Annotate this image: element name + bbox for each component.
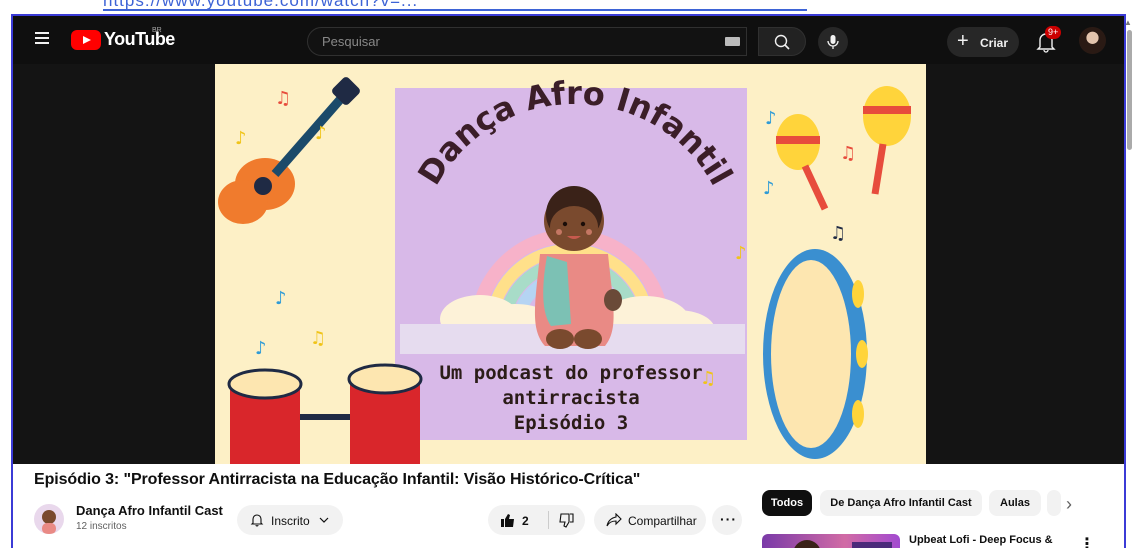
- scroll-up-arrow[interactable]: ▲: [1124, 18, 1132, 27]
- svg-text:♪: ♪: [765, 108, 777, 129]
- create-button[interactable]: + Criar: [947, 27, 1019, 57]
- search-button[interactable]: [758, 27, 806, 56]
- search-input[interactable]: Pesquisar: [307, 27, 747, 56]
- thumbs-down-icon: [559, 513, 574, 528]
- user-avatar[interactable]: [1079, 27, 1106, 54]
- thumbnail-subtitle-2: antirracista: [502, 387, 639, 409]
- svg-text:♫: ♫: [840, 143, 856, 164]
- more-actions-button[interactable]: ···: [712, 505, 742, 535]
- share-label: Compartilhar: [628, 514, 697, 528]
- video-player[interactable]: Dança Afro Infantil Um podcast do profes…: [13, 64, 1124, 464]
- svg-text:♪: ♪: [235, 128, 247, 149]
- like-dislike-bar: 2: [488, 505, 585, 535]
- recommendation-title[interactable]: Upbeat Lofi - Deep Focus &: [909, 534, 1053, 546]
- more-horiz-icon: ···: [720, 511, 737, 527]
- channel-avatar-image: [42, 510, 56, 534]
- svg-text:♪: ♪: [763, 178, 775, 199]
- plus-icon: +: [957, 30, 969, 52]
- menu-icon[interactable]: [35, 32, 49, 44]
- svg-text:♫: ♫: [275, 88, 291, 109]
- subscribed-button[interactable]: Inscrito: [237, 505, 343, 535]
- youtube-window: YouTube BR Pesquisar + Criar 9+ Dança Af…: [11, 14, 1126, 548]
- channel-avatar[interactable]: [34, 504, 64, 534]
- svg-text:♪: ♪: [275, 288, 287, 309]
- like-button[interactable]: 2: [488, 505, 548, 535]
- subscriber-count: 12 inscritos: [76, 521, 127, 532]
- thumbnail-subtitle-3: Episódio 3: [514, 412, 628, 434]
- like-count: 2: [522, 514, 529, 528]
- create-label: Criar: [980, 36, 1009, 50]
- more-vert-icon[interactable]: ⋮: [1079, 534, 1095, 548]
- chevron-right-icon[interactable]: ›: [1066, 493, 1086, 515]
- voice-search-button[interactable]: [818, 27, 848, 57]
- masthead: YouTube BR Pesquisar + Criar 9+: [13, 16, 1124, 64]
- video-thumbnail[interactable]: Dança Afro Infantil Um podcast do profes…: [215, 64, 926, 464]
- chevron-down-icon: [319, 517, 329, 523]
- recommendation-thumbnail[interactable]: [762, 534, 900, 548]
- share-button[interactable]: Compartilhar: [594, 505, 706, 535]
- scrollbar-thumb[interactable]: [1127, 30, 1132, 150]
- svg-text:♫: ♫: [700, 368, 716, 389]
- svg-text:♪: ♪: [255, 338, 267, 359]
- svg-text:♫: ♫: [310, 328, 326, 349]
- bell-icon: [250, 514, 264, 527]
- search-icon: [774, 34, 790, 50]
- top-link-underline: [103, 9, 807, 11]
- chip-todos[interactable]: Todos: [762, 490, 812, 516]
- youtube-logo-icon[interactable]: [71, 30, 101, 50]
- video-title: Episódio 3: "Professor Antirracista na E…: [34, 471, 641, 488]
- thumbnail-subtitle-1: Um podcast do professor: [439, 362, 702, 384]
- notification-badge: 9+: [1045, 26, 1062, 39]
- youtube-logo-text[interactable]: YouTube: [104, 29, 175, 50]
- chip-overflow: [1047, 490, 1061, 516]
- subscribed-label: Inscrito: [271, 514, 310, 528]
- svg-text:♪: ♪: [315, 123, 327, 144]
- search-placeholder: Pesquisar: [322, 34, 380, 49]
- channel-name[interactable]: Dança Afro Infantil Cast: [76, 503, 223, 518]
- dislike-button[interactable]: [549, 505, 585, 535]
- svg-text:♪: ♪: [735, 243, 747, 264]
- mic-icon: [827, 35, 839, 49]
- chip-aulas[interactable]: Aulas: [989, 490, 1041, 516]
- recommendation-thumbnail-art: [794, 540, 892, 548]
- thumbs-up-icon: [501, 514, 514, 527]
- share-icon: [606, 513, 622, 527]
- browser-top-strip: https://www.youtube.com/watch?v=...: [0, 0, 1134, 14]
- country-code: BR: [152, 27, 162, 34]
- svg-text:♫: ♫: [830, 223, 846, 244]
- keyboard-icon[interactable]: [725, 37, 740, 46]
- chip-channel[interactable]: De Dança Afro Infantil Cast: [820, 490, 982, 516]
